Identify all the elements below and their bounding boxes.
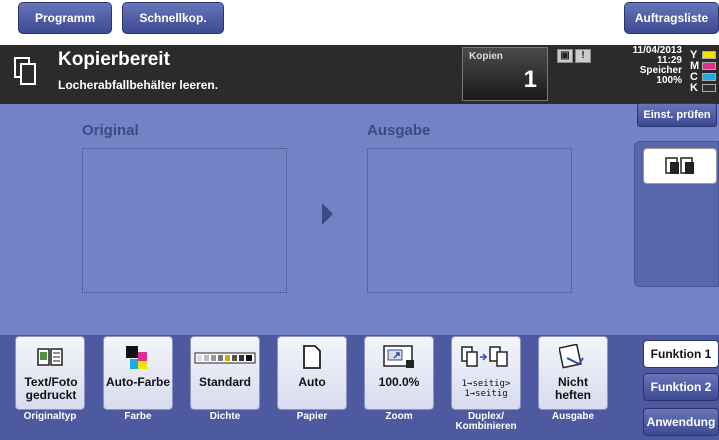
arrow-right-icon xyxy=(322,203,333,225)
original-preview xyxy=(82,148,287,293)
status-bar: Kopierbereit Locherabfallbehälter leeren… xyxy=(0,45,719,104)
memory-value: 100% xyxy=(656,75,682,86)
copies-label: Kopien xyxy=(469,51,503,62)
density-value: Standard xyxy=(198,375,251,389)
zoom-button[interactable]: 100.0% xyxy=(364,336,434,410)
shortcut-copy-button[interactable] xyxy=(643,148,717,184)
duplex-button[interactable]: 1→seitig> 1→seitig xyxy=(451,336,521,410)
density-icon xyxy=(194,352,256,364)
zoom-value: 100.0% xyxy=(378,375,420,389)
output-button[interactable]: Nicht heften xyxy=(538,336,608,410)
copies-counter[interactable]: Kopien 1 xyxy=(462,47,548,101)
original-label: Original xyxy=(82,122,139,139)
toner-levels: Y M C K xyxy=(690,49,718,94)
paper-caption: Papier xyxy=(296,411,328,422)
duplex-caption: Duplex/ Kombinieren xyxy=(455,411,517,432)
tab-function-1[interactable]: Funktion 1 xyxy=(643,340,719,368)
duplex-icon xyxy=(461,346,508,367)
check-settings-button[interactable]: Einst. prüfen xyxy=(637,103,717,127)
toner-row-y: Y xyxy=(690,49,718,61)
status-title: Kopierbereit xyxy=(58,49,170,70)
staple-icon xyxy=(559,344,584,369)
color-icon xyxy=(126,346,147,369)
paper-icon xyxy=(303,345,321,369)
tab-quick-copy[interactable]: Schnellkop. xyxy=(122,2,224,34)
original-type-value: Text/Foto gedruckt xyxy=(24,375,78,402)
original-type-button[interactable]: Text/Foto gedruckt xyxy=(15,336,85,410)
zoom-caption: Zoom xyxy=(385,411,413,422)
output-preview xyxy=(367,148,572,293)
zoom-icon xyxy=(383,345,414,368)
paper-button[interactable]: Auto xyxy=(277,336,347,410)
toner-row-m: M xyxy=(690,60,718,72)
tab-application[interactable]: Anwendung xyxy=(643,408,719,436)
color-value: Auto-Farbe xyxy=(106,375,170,389)
original-type-caption: Originaltyp xyxy=(23,411,77,422)
status-message: Locherabfallbehälter leeren. xyxy=(58,78,219,92)
tab-job-list[interactable]: Auftragsliste xyxy=(624,2,719,34)
color-caption: Farbe xyxy=(124,411,152,422)
tab-function-2[interactable]: Funktion 2 xyxy=(643,373,719,401)
density-button[interactable]: Standard xyxy=(190,336,260,410)
output-caption: Ausgabe xyxy=(551,411,595,422)
copy-pages-icon xyxy=(665,157,694,174)
tab-program[interactable]: Programm xyxy=(18,2,112,34)
duplex-value: 1→seitig> 1→seitig xyxy=(461,379,511,399)
color-button[interactable]: Auto-Farbe xyxy=(103,336,173,410)
original-type-icon xyxy=(37,348,63,366)
top-bar: Programm Schnellkop. Auftragsliste xyxy=(0,0,719,45)
paper-value: Auto xyxy=(298,375,326,389)
density-caption: Dichte xyxy=(209,411,241,422)
toner-row-c: C xyxy=(690,71,718,83)
document-icon xyxy=(14,57,36,85)
toner-row-k: K xyxy=(690,82,718,94)
output-value: Nicht heften xyxy=(555,375,591,402)
copies-value: 1 xyxy=(523,66,537,93)
printer-status-icon[interactable]: ▣ xyxy=(557,49,573,63)
output-label: Ausgabe xyxy=(367,122,431,139)
warning-icon[interactable]: ! xyxy=(575,49,591,63)
date-time: 11/04/2013 11:29 Speicher 100% xyxy=(600,46,683,86)
